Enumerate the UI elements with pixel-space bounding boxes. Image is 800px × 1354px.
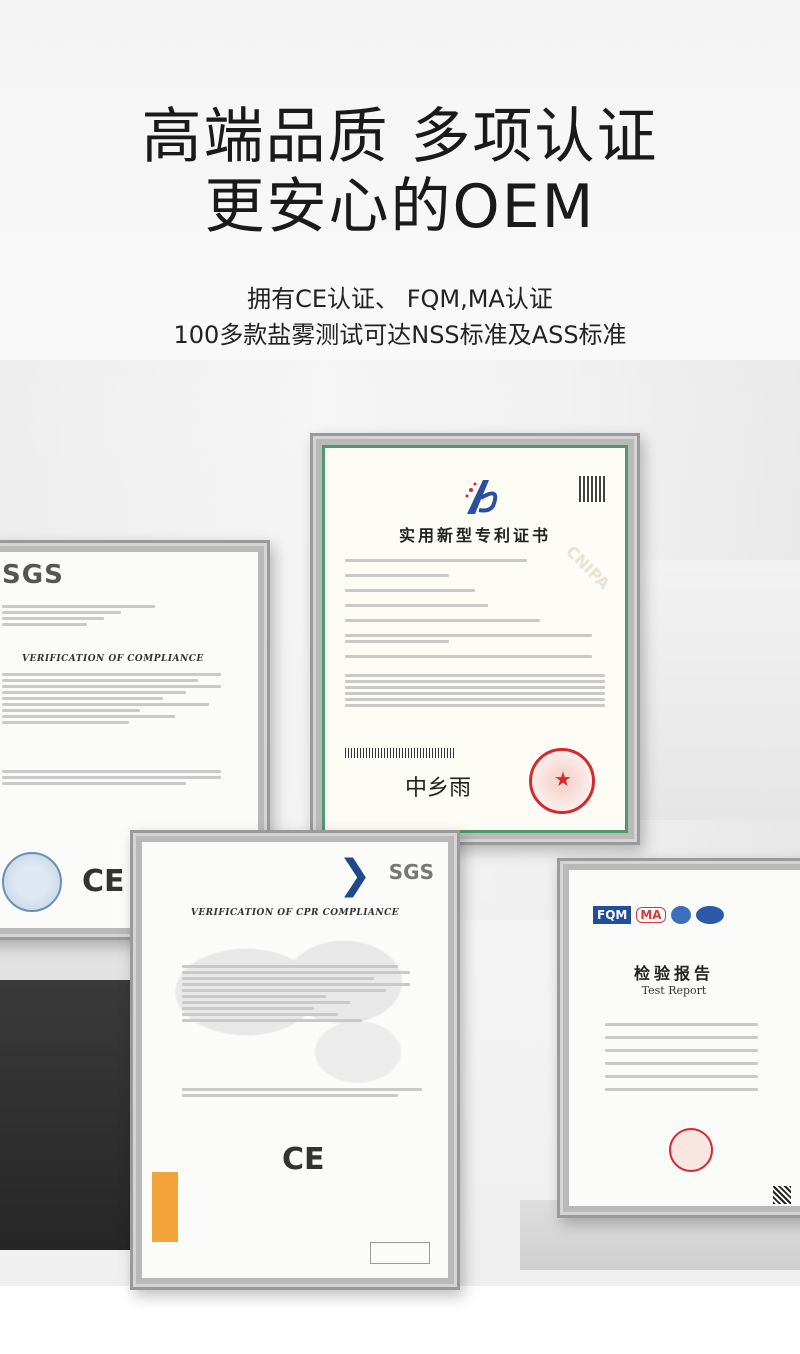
report-title-en: Test Report	[641, 984, 707, 997]
pedestal-left-dark	[0, 980, 140, 1250]
barcode	[345, 748, 455, 758]
address-block	[2, 602, 172, 629]
qr-code-icon	[579, 476, 605, 502]
certificate-frame-patent: CNIPA 实用新型专利证书 中乡雨	[310, 433, 640, 845]
headline-line-2: 更安心的OEM	[204, 172, 596, 242]
certificate-body	[345, 556, 605, 710]
qr-code-icon	[773, 1186, 791, 1204]
sgs-bird-icon: ❯	[338, 852, 372, 898]
sgs-seal-icon	[2, 852, 62, 912]
ce-mark: CE	[82, 864, 125, 899]
subline-line-1: 拥有CE认证、 FQM,MA认证	[247, 285, 553, 313]
subline-line-2: 100多款盐雾测试可达NSS标准及ASS标准	[173, 321, 627, 349]
report-title-cn: 检验报告	[633, 964, 714, 983]
certificate-frame-sgs-cpr: ❯ SGS VERIFICATION OF CPR COMPLIANCE CE	[130, 830, 460, 1290]
floor	[0, 1286, 800, 1354]
sgs-logo: SGS	[388, 860, 434, 884]
cnipa-logo-icon	[465, 480, 498, 514]
ma-logo: MA	[636, 907, 666, 923]
certificate-paper: FQM MA 检验报告 Test Report	[569, 870, 800, 1206]
certificate-title: VERIFICATION OF COMPLIANCE	[22, 654, 204, 664]
stamp-box	[370, 1242, 430, 1264]
cnas-logo-icon	[695, 906, 724, 924]
certificate-paper: CNIPA 实用新型专利证书 中乡雨	[322, 445, 628, 833]
fqm-logo: FQM	[593, 906, 632, 924]
official-red-seal-icon	[529, 748, 595, 814]
accreditation-logos: FQM MA	[593, 906, 724, 924]
sgs-logo: SGS	[2, 560, 64, 590]
certificate-title: 实用新型专利证书	[398, 526, 551, 545]
headline-line-1: 高端品质 多项认证	[141, 102, 659, 172]
official-red-seal-icon	[669, 1128, 713, 1172]
certificate-title: VERIFICATION OF CPR COMPLIANCE	[190, 908, 400, 918]
ce-mark: CE	[282, 1142, 325, 1177]
ilac-logo-icon	[670, 906, 691, 924]
certificate-fields	[2, 670, 232, 788]
certificate-fields	[182, 942, 422, 1100]
certificate-frame-test-report: FQM MA 检验报告 Test Report	[557, 858, 800, 1218]
report-fields	[605, 1020, 775, 1094]
orange-label-block	[152, 1172, 178, 1242]
certificate-paper: ❯ SGS VERIFICATION OF CPR COMPLIANCE CE	[142, 842, 448, 1278]
signature: 中乡雨	[405, 776, 472, 801]
